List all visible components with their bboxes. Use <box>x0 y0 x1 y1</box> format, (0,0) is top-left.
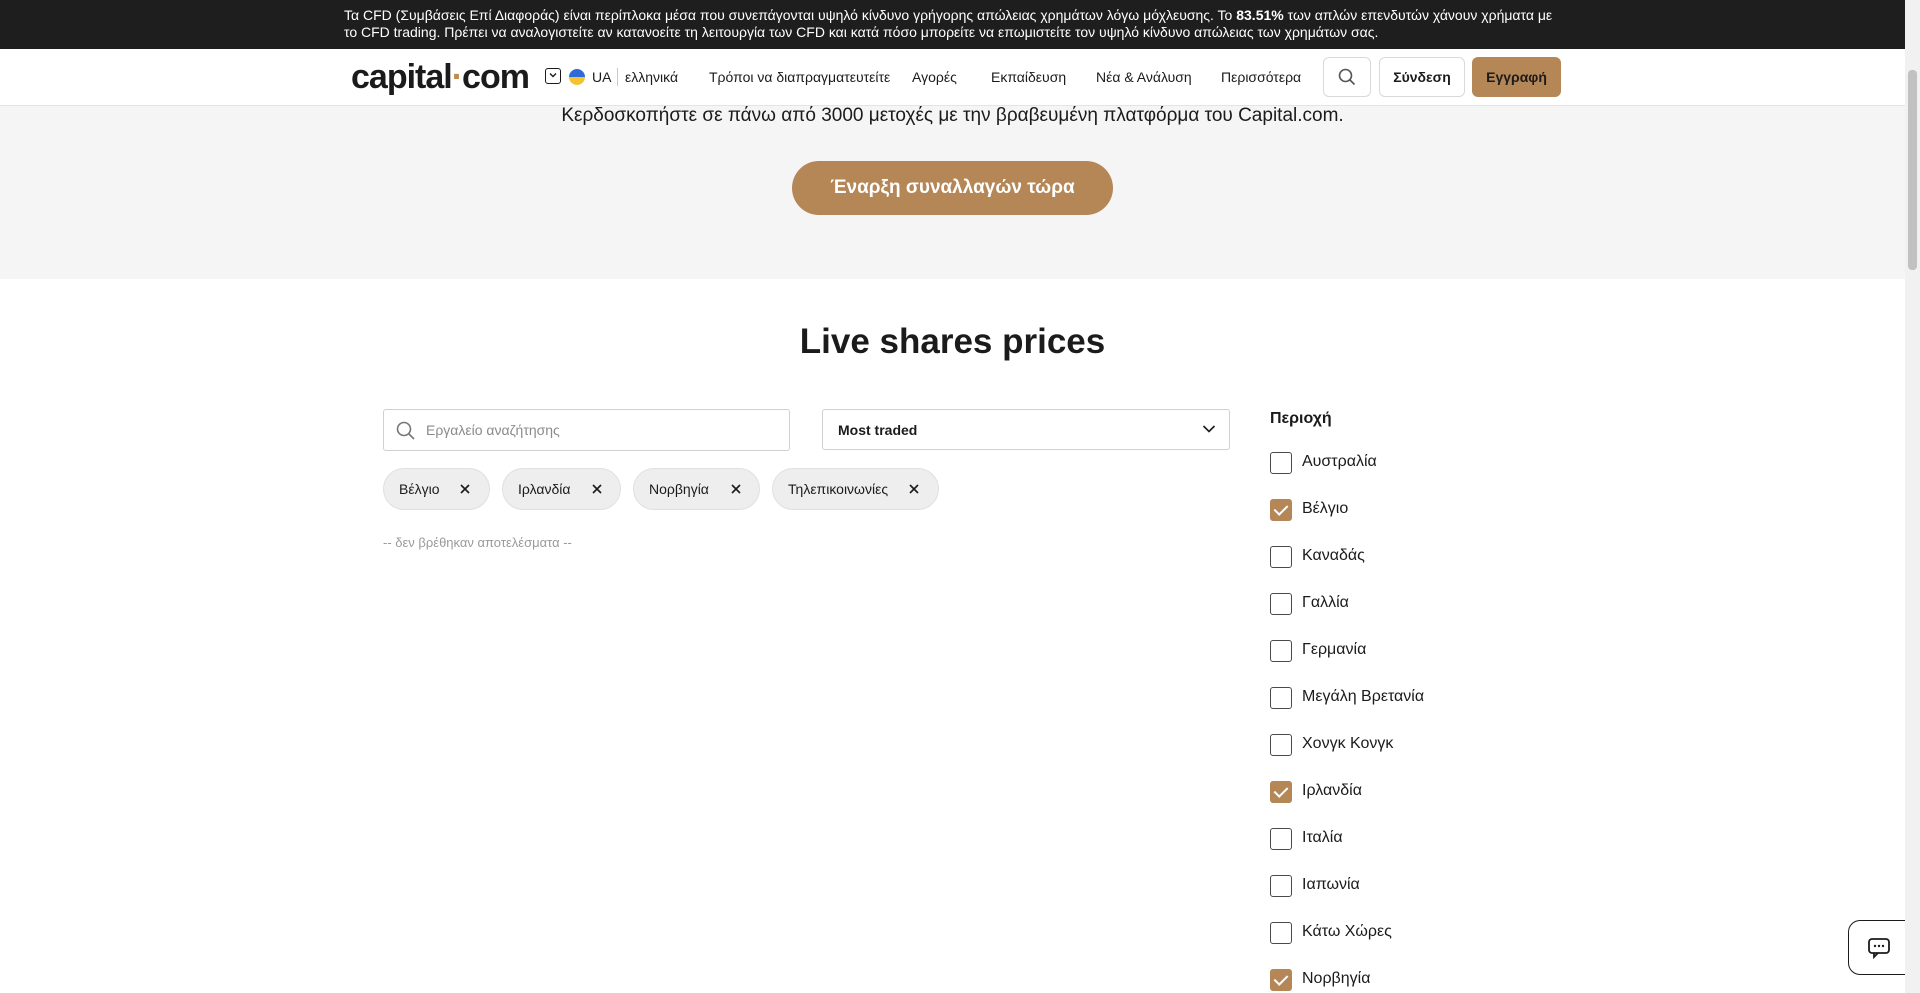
hero-section: Κερδοσκοπήστε σε πάνω από 3000 μετοχές μ… <box>0 106 1905 279</box>
region-checkbox[interactable] <box>1270 734 1292 756</box>
region-checkbox[interactable] <box>1270 969 1292 991</box>
logo-text-right: com <box>462 58 530 96</box>
region-checkbox[interactable] <box>1270 687 1292 709</box>
filter-chip-telecommunications: Τηλεπικοινωνίες <box>772 468 939 510</box>
nav-link-news-analysis[interactable]: Νέα & Ανάλυση <box>1096 69 1192 85</box>
risk-warning-text-start: Τα CFD (Συμβάσεις Επί Διαφοράς) είναι πε… <box>344 7 1237 23</box>
region-filter-title: Περιοχή <box>1270 410 1332 427</box>
region-option-label: Βέλγιο <box>1302 500 1349 517</box>
filter-chip-ireland: Ιρλανδία <box>502 468 621 510</box>
close-icon[interactable] <box>731 483 741 495</box>
no-results-message: -- δεν βρέθηκαν αποτελέσματα -- <box>383 535 572 550</box>
region-checkbox[interactable] <box>1270 593 1292 615</box>
region-option-label: Ιαπωνία <box>1302 876 1360 893</box>
nav-link-more[interactable]: Περισσότερα <box>1221 69 1301 85</box>
region-option-label: Αυστραλία <box>1302 453 1377 470</box>
close-icon[interactable] <box>909 483 919 495</box>
region-option-label: Καναδάς <box>1302 547 1365 564</box>
filter-chip-label: Βέλγιο <box>399 481 440 497</box>
page-scrollbar[interactable] <box>1905 0 1920 993</box>
nav-link-ways-to-trade[interactable]: Τρόποι να διαπραγματευτείτε <box>709 69 890 85</box>
language-selector[interactable]: ελληνικά <box>625 69 678 85</box>
region-option-label: Χονγκ Κονγκ <box>1302 735 1394 752</box>
region-option-label: Κάτω Χώρες <box>1302 923 1392 940</box>
flag-icon <box>569 69 585 85</box>
nav-link-markets[interactable]: Αγορές <box>912 69 957 85</box>
signup-button[interactable]: Εγγραφή <box>1472 57 1561 97</box>
risk-warning-bar: Τα CFD (Συμβάσεις Επί Διαφοράς) είναι πε… <box>0 0 1905 49</box>
logo-dot: · <box>451 58 463 96</box>
chat-icon <box>1867 937 1890 959</box>
region-dropdown-icon[interactable] <box>545 68 561 84</box>
region-checkbox[interactable] <box>1270 499 1292 521</box>
risk-warning-percent: 83.51% <box>1236 7 1284 23</box>
region-checkbox[interactable] <box>1270 922 1292 944</box>
login-button[interactable]: Σύνδεση <box>1379 57 1465 97</box>
chevron-down-icon <box>1202 425 1216 433</box>
sort-dropdown[interactable]: Most traded <box>822 409 1230 450</box>
region-option-label: Ιρλανδία <box>1302 782 1362 799</box>
nav-divider <box>617 68 618 86</box>
region-checkbox[interactable] <box>1270 828 1292 850</box>
region-option-label: Γερμανία <box>1302 641 1367 658</box>
chat-button[interactable] <box>1848 920 1908 975</box>
region-checkbox[interactable] <box>1270 875 1292 897</box>
filter-chip-norway: Νορβηγία <box>633 468 760 510</box>
region-option-label: Μεγάλη Βρετανία <box>1302 688 1425 705</box>
filter-chip-label: Νορβηγία <box>649 481 709 497</box>
filter-chip-label: Ιρλανδία <box>518 481 571 497</box>
region-code[interactable]: UA <box>592 69 611 85</box>
close-icon[interactable] <box>460 483 470 495</box>
close-icon[interactable] <box>592 483 602 495</box>
nav-search-button[interactable] <box>1323 57 1371 97</box>
region-option-label: Νορβηγία <box>1302 970 1371 987</box>
region-checkbox[interactable] <box>1270 640 1292 662</box>
risk-warning-text: Τα CFD (Συμβάσεις Επί Διαφοράς) είναι πε… <box>344 7 1559 41</box>
region-checkbox[interactable] <box>1270 452 1292 474</box>
filter-chip-belgium: Βέλγιο <box>383 468 490 510</box>
page-title: Live shares prices <box>799 322 1106 361</box>
search-box <box>383 409 790 451</box>
logo[interactable]: capital·com <box>351 58 530 97</box>
start-trading-button[interactable]: Έναρξη συναλλαγών τώρα <box>792 161 1113 215</box>
region-option-label: Ιταλία <box>1302 829 1343 846</box>
region-checkbox[interactable] <box>1270 781 1292 803</box>
region-option-label: Γαλλία <box>1302 594 1349 611</box>
logo-text-left: capital <box>351 58 453 96</box>
search-icon <box>1338 68 1356 86</box>
region-checkbox[interactable] <box>1270 546 1292 568</box>
nav-link-education[interactable]: Εκπαίδευση <box>991 69 1066 85</box>
scrollbar-thumb[interactable] <box>1908 70 1917 270</box>
search-icon <box>396 421 415 440</box>
filter-chip-label: Τηλεπικοινωνίες <box>788 481 889 497</box>
search-input[interactable] <box>426 419 776 441</box>
top-navigation: capital·com UA ελληνικά Τρόποι να διαπρα… <box>0 49 1905 106</box>
sort-selected-value: Most traded <box>838 422 918 438</box>
hero-text: Κερδοσκοπήστε σε πάνω από 3000 μετοχές μ… <box>561 105 1344 126</box>
